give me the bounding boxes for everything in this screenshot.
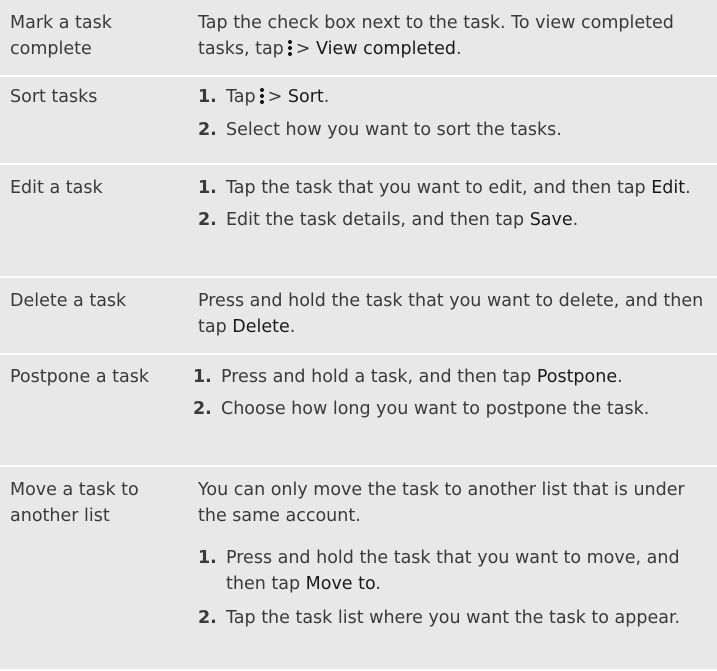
step-text: Tap > Sort. <box>226 84 707 110</box>
step-text-part: Press and hold a task, and then tap <box>221 367 537 387</box>
table-row: Move a task to another list You can only… <box>0 467 717 669</box>
paragraph-text: . <box>289 317 296 337</box>
paragraph: You can only move the task to another li… <box>198 480 685 526</box>
step-text-part: Tap the task that you want to edit, and … <box>226 178 652 198</box>
step: 2. Choose how long you want to postpone … <box>193 396 707 422</box>
step-number: 1. <box>198 178 217 198</box>
step-text: Tap the task list where you want the tas… <box>226 608 681 628</box>
row-content: Press and hold the task that you want to… <box>198 288 717 353</box>
row-label: Move a task to another list <box>10 480 139 526</box>
table-row: Postpone a task 1. Press and hold a task… <box>0 355 717 467</box>
step-text-part: . <box>375 574 381 594</box>
ui-term: Sort <box>287 87 324 107</box>
ui-term: Move to <box>305 574 376 594</box>
table-row: Edit a task 1. Tap the task that you wan… <box>0 165 717 278</box>
table-row: Mark a task complete Tap the check box n… <box>0 0 717 77</box>
step-text-part: . <box>323 87 330 107</box>
step-text: Tap the task that you want to edit, and … <box>226 175 707 201</box>
row-label: Edit a task <box>10 178 103 198</box>
row-label: Delete a task <box>10 291 127 311</box>
row-content: You can only move the task to another li… <box>198 477 717 669</box>
ui-term: Postpone <box>536 367 618 387</box>
step-text-part: Edit the task details, and then tap <box>226 210 530 230</box>
row-content: 1. Tap the task that you want to edit, a… <box>198 175 717 276</box>
table-row: Sort tasks 1. Tap > Sort. 2. Select how y… <box>0 77 717 165</box>
ui-term: Delete <box>232 317 290 337</box>
step-number: 1. <box>193 367 212 387</box>
step: 1. Press and hold a task, and then tap P… <box>193 364 707 390</box>
paragraph: Tap the check box next to the task. To v… <box>198 10 707 62</box>
row-label: Mark a task complete <box>10 13 112 59</box>
row-label: Sort tasks <box>10 87 98 107</box>
step: 2. Tap the task list where you want the … <box>198 605 707 631</box>
step-text-part: > <box>267 87 288 107</box>
step-text-part: Press and hold the task that you want to… <box>226 548 680 594</box>
step: 1. Press and hold the task that you want… <box>198 545 707 597</box>
step-text-part: . <box>685 178 691 198</box>
step: 2. Select how you want to sort the tasks… <box>198 117 707 143</box>
step-text: Press and hold the task that you want to… <box>226 545 707 597</box>
step: 2. Edit the task details, and then tap S… <box>198 207 707 233</box>
tasks-table: Mark a task complete Tap the check box n… <box>0 0 717 669</box>
row-content: 1. Tap > Sort. 2. Select how you want to … <box>198 84 717 163</box>
more-vertical-icon <box>259 87 264 105</box>
more-vertical-icon <box>287 39 292 57</box>
step-number: 1. <box>198 548 217 568</box>
step-text-part: . <box>572 210 579 230</box>
table-row: Delete a task Press and hold the task th… <box>0 278 717 355</box>
step-text: Select how you want to sort the tasks. <box>226 120 562 140</box>
ui-term: View completed <box>316 39 456 59</box>
paragraph-text: . <box>455 39 462 59</box>
row-content: Tap the check box next to the task. To v… <box>198 10 717 75</box>
step-number: 2. <box>198 210 217 230</box>
step-text-part: . <box>617 367 623 387</box>
row-label: Postpone a task <box>10 367 149 387</box>
step-text: Edit the task details, and then tap Save… <box>226 207 707 233</box>
step: 1. Tap > Sort. <box>198 84 707 110</box>
step-text: Press and hold a task, and then tap Post… <box>221 364 707 390</box>
step: 1. Tap the task that you want to edit, a… <box>198 175 707 201</box>
step-number: 1. <box>198 87 217 107</box>
paragraph-text: > <box>295 39 317 59</box>
step-text-part: Tap <box>226 87 256 107</box>
ui-term: Save <box>529 210 573 230</box>
paragraph: Press and hold the task that you want to… <box>198 288 707 340</box>
step-text: Choose how long you want to postpone the… <box>221 399 650 419</box>
row-content: 1. Press and hold a task, and then tap P… <box>193 364 717 465</box>
step-number: 2. <box>198 120 217 140</box>
step-number: 2. <box>193 399 212 419</box>
ui-term: Edit <box>651 178 686 198</box>
step-number: 2. <box>198 608 217 628</box>
